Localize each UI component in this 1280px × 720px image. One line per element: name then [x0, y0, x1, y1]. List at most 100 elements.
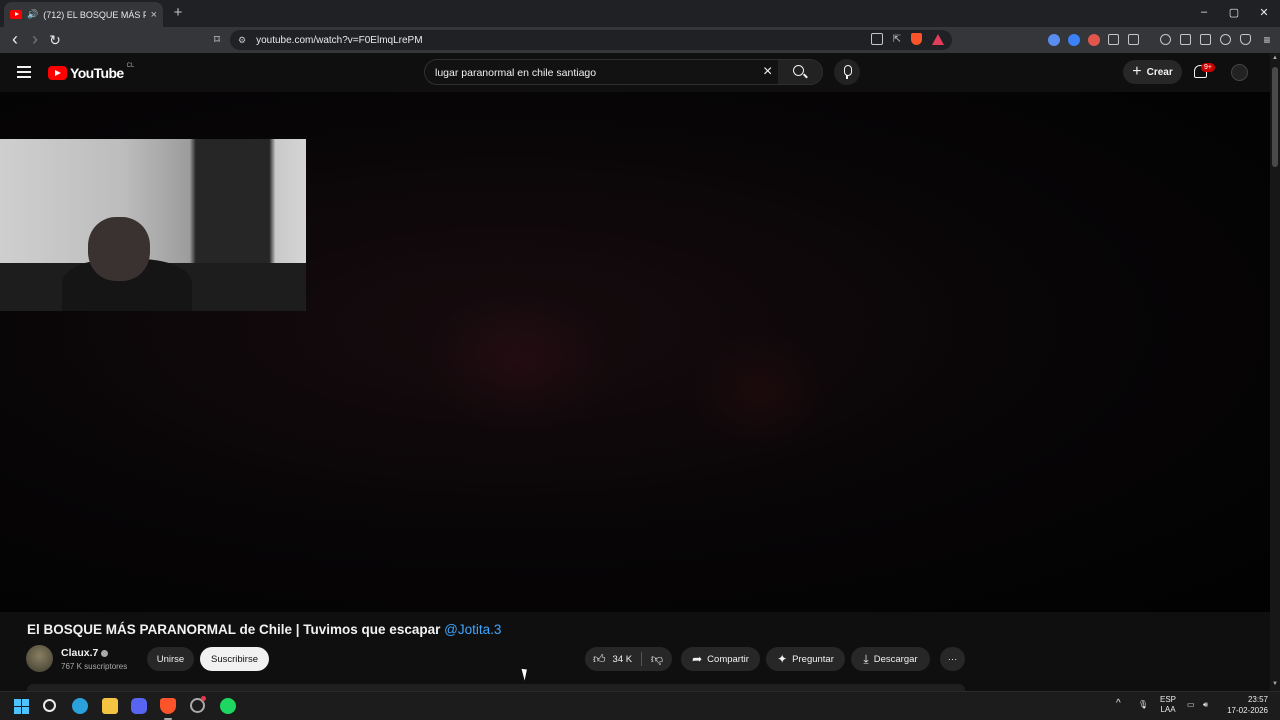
speaker-icon[interactable]: 🔊: [27, 9, 38, 20]
share-button[interactable]: ➦ Compartir: [681, 647, 760, 671]
keyboard-layout: LAA: [1160, 705, 1176, 714]
account-avatar[interactable]: [1231, 64, 1248, 81]
media-controls-icon[interactable]: [1160, 34, 1171, 45]
ask-label: Preguntar: [792, 653, 834, 665]
vpn-shield-icon[interactable]: [1240, 34, 1251, 45]
youtube-header: YouTube CL lugar paranormal en chile san…: [0, 53, 1270, 92]
cast-icon[interactable]: [870, 33, 883, 45]
video-title: El BOSQUE MÁS PARANORMAL de Chile | Tuvi…: [27, 622, 501, 637]
start-windows-icon[interactable]: [14, 699, 29, 714]
video-frame-shadow: [420, 292, 620, 432]
clock-time: 23:57: [1247, 695, 1268, 704]
download-label: Descargar: [873, 653, 918, 665]
download-icon: ⤓: [863, 652, 869, 666]
leo-ai-icon[interactable]: [1220, 34, 1231, 45]
browser-tab-strip: 🔊 (712) EL BOSQUE MÁS PARAN × + – ▢ ✕: [0, 0, 1280, 27]
clock-date: 17-02-2026: [1227, 706, 1268, 715]
bookmark-icon[interactable]: ⌑: [208, 31, 226, 49]
extension-icon-1[interactable]: [1048, 34, 1060, 46]
browser-menu-icon[interactable]: ≡: [1258, 31, 1276, 49]
tab-close-button[interactable]: ×: [151, 9, 157, 21]
share-page-icon[interactable]: ⇱: [893, 34, 901, 45]
system-clock[interactable]: 23:57 17-02-2026: [1223, 694, 1268, 716]
browser-tab-active[interactable]: 🔊 (712) EL BOSQUE MÁS PARAN ×: [4, 2, 163, 27]
network-icon[interactable]: ▭: [1187, 700, 1195, 709]
notifications-badge: 9+: [1201, 63, 1215, 72]
tab-groups-icon[interactable]: [1128, 34, 1139, 45]
sparkle-icon: ✦: [777, 652, 788, 666]
windows-taskbar: ^ 🎙︎ ESP LAA ▭ 🔊︎ 23:57 17-02-2026: [0, 691, 1280, 720]
wallet-icon[interactable]: [1200, 34, 1211, 45]
address-bar[interactable]: ⚙ youtube.com/watch?v=F0ElmqLrePM ⇱: [230, 30, 952, 50]
clear-search-button[interactable]: ×: [763, 63, 772, 81]
youtube-play-icon: [48, 66, 67, 80]
more-actions-button[interactable]: ···: [940, 647, 965, 671]
create-label: Crear: [1146, 66, 1173, 78]
dislike-icon: 👎︎: [650, 652, 664, 666]
language-code: ESP: [1160, 695, 1177, 704]
share-icon: ➦: [692, 652, 703, 666]
scrollbar-thumb[interactable]: [1272, 67, 1278, 167]
share-label: Compartir: [707, 653, 749, 665]
minimize-button[interactable]: –: [1197, 6, 1211, 18]
join-button[interactable]: Unirse: [147, 647, 194, 671]
plus-icon: +: [1132, 63, 1142, 80]
mention-link[interactable]: @Jotita.3: [444, 622, 501, 637]
search-input[interactable]: lugar paranormal en chile santiago: [435, 67, 596, 79]
back-button[interactable]: ‹: [6, 30, 24, 49]
microphone-tray-icon[interactable]: 🎙︎: [1138, 700, 1148, 709]
create-button[interactable]: + Crear: [1123, 60, 1182, 84]
description-box[interactable]: [27, 684, 965, 691]
language-indicator[interactable]: ESP LAA: [1160, 695, 1176, 715]
taskbar-search-icon[interactable]: [43, 699, 56, 712]
search-box[interactable]: lugar paranormal en chile santiago ×: [424, 59, 823, 85]
subscriber-count: 767 K suscriptores: [61, 662, 128, 671]
youtube-logo[interactable]: YouTube CL: [48, 63, 135, 81]
search-icon: [793, 65, 804, 76]
tab-title: (712) EL BOSQUE MÁS PARAN: [43, 9, 145, 20]
page-scrollbar[interactable]: ▲ ▼: [1270, 53, 1280, 691]
webcam-person-head: [88, 217, 150, 281]
scroll-down-arrow-icon[interactable]: ▼: [1272, 681, 1278, 687]
country-code: CL: [126, 63, 135, 69]
like-count[interactable]: 34 K: [613, 654, 633, 665]
brave-rewards-icon[interactable]: [932, 33, 944, 45]
extension-icon-2[interactable]: [1068, 34, 1080, 46]
volume-icon[interactable]: 🔊︎: [1203, 700, 1208, 710]
youtube-wordmark: YouTube: [70, 65, 124, 81]
new-tab-button[interactable]: +: [170, 4, 186, 21]
forward-button[interactable]: ›: [26, 30, 44, 49]
dislike-button[interactable]: 👎︎: [646, 647, 668, 671]
like-icon[interactable]: 👍︎: [593, 653, 606, 665]
site-settings-icon[interactable]: ⚙: [238, 35, 246, 46]
webcam-overlay: [0, 139, 306, 311]
telegram-icon[interactable]: [72, 698, 88, 714]
extensions-puzzle-icon[interactable]: [1108, 34, 1119, 45]
tray-overflow-chevron-icon[interactable]: ^: [1116, 698, 1121, 709]
subscribe-button[interactable]: Suscribirse: [200, 647, 269, 671]
scroll-up-arrow-icon[interactable]: ▲: [1272, 55, 1278, 61]
ask-button[interactable]: ✦ Preguntar: [766, 647, 845, 671]
brave-browser-icon[interactable]: [160, 698, 176, 714]
extension-icon-3[interactable]: [1088, 34, 1100, 46]
download-button[interactable]: ⤓ Descargar: [851, 647, 930, 671]
maximize-button[interactable]: ▢: [1227, 6, 1241, 19]
channel-name[interactable]: Claux.7: [61, 647, 109, 659]
guide-menu-icon[interactable]: [17, 66, 31, 81]
reload-button[interactable]: ↻: [46, 31, 64, 49]
spotify-icon[interactable]: [220, 698, 236, 714]
sidebar-icon[interactable]: [1180, 34, 1191, 45]
channel-avatar[interactable]: [26, 645, 53, 672]
browser-toolbar: ‹ › ↻ ⌑ ⚙ youtube.com/watch?v=F0ElmqLreP…: [0, 27, 1280, 53]
search-button[interactable]: [778, 60, 822, 84]
window-close-button[interactable]: ✕: [1257, 6, 1271, 19]
file-explorer-icon[interactable]: [102, 698, 118, 714]
like-divider: [641, 652, 642, 666]
discord-icon[interactable]: [131, 698, 147, 714]
video-title-text: El BOSQUE MÁS PARANORMAL de Chile | Tuvi…: [27, 622, 441, 637]
channel-name-text[interactable]: Claux.7: [61, 647, 98, 659]
video-frame-shadow-2: [690, 332, 830, 452]
mouse-cursor-icon: [521, 667, 530, 681]
brave-shields-icon[interactable]: [911, 33, 922, 45]
voice-search-button[interactable]: [834, 59, 860, 85]
